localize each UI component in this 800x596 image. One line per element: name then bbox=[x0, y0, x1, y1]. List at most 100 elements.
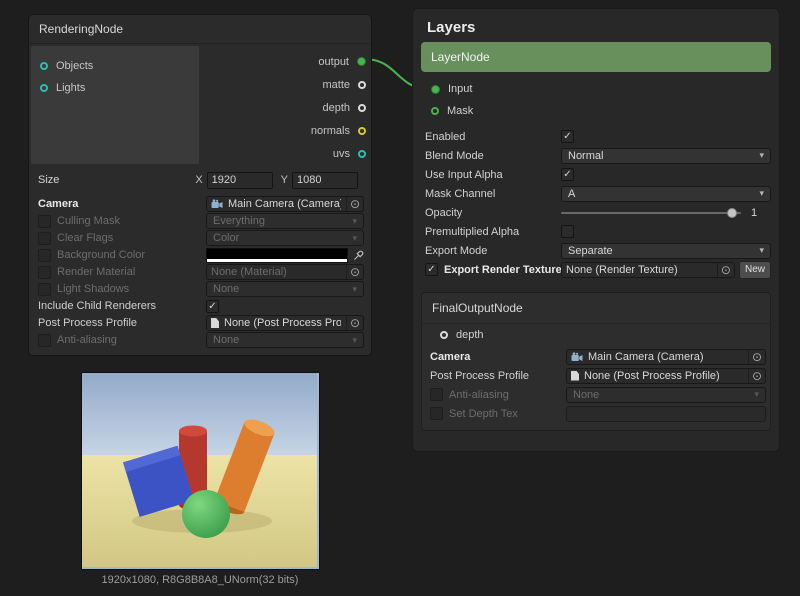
row-opacity: Opacity 1 bbox=[421, 204, 771, 221]
rendering-node-group: RenderingNode Objects Lights output m bbox=[28, 14, 372, 586]
culling-mask-dropdown: Everything ▾ bbox=[206, 213, 364, 229]
enabled-checkbox[interactable] bbox=[561, 130, 574, 143]
depth-port-icon[interactable] bbox=[358, 104, 366, 112]
render-material-override-checkbox[interactable] bbox=[38, 266, 51, 279]
final-camera-object-field[interactable]: Main Camera (Camera) ⊙ bbox=[566, 349, 766, 365]
port-label: depth bbox=[322, 102, 350, 114]
output-port-icon[interactable] bbox=[357, 57, 366, 66]
port-normals[interactable]: normals bbox=[201, 119, 371, 142]
port-label: Input bbox=[448, 83, 472, 95]
preview-caption: 1920x1080, R8G8B8A8_UNorm(32 bits) bbox=[28, 574, 372, 586]
export-mode-dropdown[interactable]: Separate ▾ bbox=[561, 243, 771, 259]
profile-asset-icon bbox=[211, 318, 219, 328]
opacity-slider-track[interactable] bbox=[561, 212, 741, 214]
port-output[interactable]: output bbox=[201, 50, 371, 73]
new-render-texture-button[interactable]: New bbox=[739, 261, 771, 279]
row-premultiplied-alpha: Premultiplied Alpha bbox=[421, 223, 771, 240]
depth-port-icon[interactable] bbox=[440, 331, 448, 339]
opacity-slider[interactable] bbox=[561, 205, 741, 221]
port-label: matte bbox=[322, 79, 350, 91]
anti-aliasing-override-checkbox[interactable] bbox=[38, 334, 51, 347]
use-input-alpha-checkbox[interactable] bbox=[561, 168, 574, 181]
culling-mask-override-checkbox[interactable] bbox=[38, 215, 51, 228]
row-light-shadows: Light Shadows None ▾ bbox=[29, 281, 371, 297]
port-label: normals bbox=[311, 125, 350, 137]
port-uvs[interactable]: uvs bbox=[201, 142, 371, 165]
size-x-input[interactable] bbox=[207, 172, 273, 189]
include-child-renderers-checkbox[interactable] bbox=[206, 300, 219, 313]
final-output-node-title[interactable]: FinalOutputNode bbox=[422, 293, 770, 324]
row-set-depth-tex: Set Depth Tex bbox=[426, 405, 766, 422]
rendering-node-title[interactable]: RenderingNode bbox=[29, 15, 371, 44]
anti-aliasing-label: Anti-aliasing bbox=[57, 334, 117, 346]
rendering-node-ports: Objects Lights output matte depth bbox=[29, 44, 371, 166]
input-port-icon[interactable] bbox=[431, 85, 440, 94]
size-y-input[interactable] bbox=[292, 172, 358, 189]
row-render-material: Render Material None (Material) ⊙ bbox=[29, 264, 371, 280]
port-label: Lights bbox=[56, 82, 85, 94]
port-matte[interactable]: matte bbox=[201, 73, 371, 96]
port-depth[interactable]: depth bbox=[201, 96, 371, 119]
object-picker-icon[interactable]: ⊙ bbox=[346, 316, 363, 330]
final-anti-aliasing-override-checkbox[interactable] bbox=[430, 388, 443, 401]
uvs-port-icon[interactable] bbox=[358, 150, 366, 158]
lights-port-icon[interactable] bbox=[40, 84, 48, 92]
blend-mode-label: Blend Mode bbox=[425, 150, 484, 162]
post-process-profile-object-field[interactable]: None (Post Process Profile) ⊙ bbox=[206, 315, 364, 331]
row-include-child-renderers: Include Child Renderers bbox=[29, 298, 371, 314]
chevron-down-icon: ▾ bbox=[352, 216, 357, 227]
row-camera: Camera Main Camera (Camera) ⊙ bbox=[29, 196, 371, 212]
object-picker-icon[interactable]: ⊙ bbox=[346, 197, 363, 211]
matte-port-icon[interactable] bbox=[358, 81, 366, 89]
object-picker-icon[interactable]: ⊙ bbox=[748, 369, 765, 383]
object-picker-icon[interactable]: ⊙ bbox=[717, 263, 734, 277]
opacity-value[interactable]: 1 bbox=[751, 207, 771, 219]
rendering-node: RenderingNode Objects Lights output m bbox=[28, 14, 372, 356]
mask-channel-dropdown[interactable]: A ▾ bbox=[561, 186, 771, 202]
light-shadows-label: Light Shadows bbox=[57, 283, 129, 295]
set-depth-tex-override-checkbox[interactable] bbox=[430, 407, 443, 420]
port-depth-input[interactable]: depth bbox=[422, 324, 770, 346]
mask-port-icon[interactable] bbox=[431, 107, 439, 115]
blend-mode-dropdown[interactable]: Normal ▾ bbox=[561, 148, 771, 164]
row-final-anti-aliasing: Anti-aliasing None ▾ bbox=[426, 386, 766, 403]
row-final-camera: Camera Main Camera (Camera) ⊙ bbox=[426, 348, 766, 365]
clear-flags-label: Clear Flags bbox=[57, 232, 113, 244]
layer-node-header[interactable]: LayerNode bbox=[421, 42, 771, 72]
render-material-label: Render Material bbox=[57, 266, 135, 278]
chevron-down-icon: ▾ bbox=[754, 389, 759, 400]
final-post-process-profile-object-field[interactable]: None (Post Process Profile) ⊙ bbox=[566, 368, 766, 384]
port-label: uvs bbox=[333, 148, 350, 160]
size-label: Size bbox=[38, 174, 193, 186]
export-mode-label: Export Mode bbox=[425, 245, 487, 257]
premultiplied-alpha-checkbox[interactable] bbox=[561, 225, 574, 238]
input-ports-box: Objects Lights bbox=[31, 46, 199, 164]
row-export-mode: Export Mode Separate ▾ bbox=[421, 242, 771, 259]
object-picker-icon[interactable]: ⊙ bbox=[748, 350, 765, 364]
post-process-profile-label: Post Process Profile bbox=[430, 370, 529, 382]
layers-panel: Layers LayerNode Input Mask Enabled Blen… bbox=[412, 8, 780, 452]
port-objects[interactable]: Objects bbox=[40, 55, 190, 77]
objects-port-icon[interactable] bbox=[40, 62, 48, 70]
export-render-texture-checkbox[interactable] bbox=[425, 263, 438, 276]
light-shadows-override-checkbox[interactable] bbox=[38, 283, 51, 296]
chevron-down-icon: ▾ bbox=[759, 245, 764, 256]
eyedropper-icon[interactable] bbox=[353, 250, 364, 261]
export-render-texture-object-field[interactable]: None (Render Texture) ⊙ bbox=[561, 262, 735, 278]
layers-panel-title: Layers bbox=[413, 9, 779, 42]
opacity-slider-handle[interactable] bbox=[727, 208, 737, 218]
object-picker-icon[interactable]: ⊙ bbox=[346, 265, 363, 279]
background-color-swatch[interactable] bbox=[206, 248, 348, 263]
row-export-render-texture: Export Render Texture None (Render Textu… bbox=[421, 261, 771, 278]
normals-port-icon[interactable] bbox=[358, 127, 366, 135]
port-lights[interactable]: Lights bbox=[40, 77, 190, 99]
anti-aliasing-label: Anti-aliasing bbox=[449, 389, 509, 401]
clear-flags-override-checkbox[interactable] bbox=[38, 232, 51, 245]
background-color-override-checkbox[interactable] bbox=[38, 249, 51, 262]
chevron-down-icon: ▾ bbox=[759, 150, 764, 161]
port-input[interactable]: Input bbox=[413, 78, 779, 100]
port-mask[interactable]: Mask bbox=[413, 100, 779, 122]
export-render-texture-label: Export Render Texture bbox=[444, 264, 561, 276]
row-anti-aliasing: Anti-aliasing None ▾ bbox=[29, 332, 371, 348]
camera-object-field[interactable]: Main Camera (Camera) ⊙ bbox=[206, 196, 364, 212]
